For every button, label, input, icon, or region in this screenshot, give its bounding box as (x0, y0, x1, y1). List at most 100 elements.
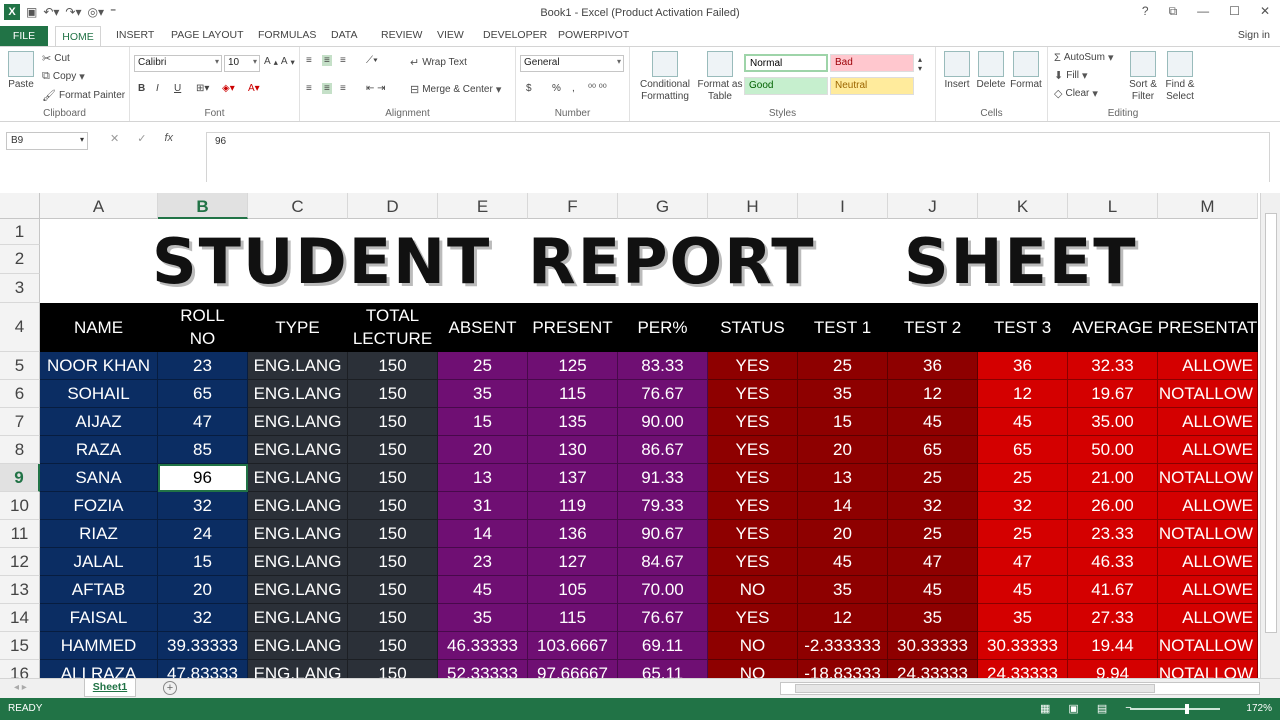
table-cell[interactable]: SOHAIL (40, 380, 158, 408)
zoom-level[interactable]: 172% (1246, 703, 1272, 714)
row-header-2[interactable]: 2 (0, 245, 40, 274)
header-cell[interactable]: STATUS (708, 303, 798, 352)
sheet-tab-sheet1[interactable]: Sheet1 (84, 679, 136, 697)
font-size-select[interactable]: 10 (224, 55, 260, 72)
table-cell[interactable]: ENG.LANG (248, 576, 348, 604)
table-cell[interactable]: 91.33 (618, 464, 708, 492)
header-cell[interactable]: TYPE (248, 303, 348, 352)
table-cell[interactable]: 25 (978, 464, 1068, 492)
tab-view[interactable]: VIEW (437, 29, 464, 41)
column-header-e[interactable]: E (438, 193, 528, 219)
conditional-formatting-button[interactable]: Conditional Formatting (634, 51, 696, 103)
zoom-slider[interactable] (1130, 704, 1220, 714)
column-header-d[interactable]: D (348, 193, 438, 219)
table-cell[interactable]: 35 (798, 380, 888, 408)
table-cell[interactable]: 150 (348, 492, 438, 520)
table-cell[interactable]: 45 (978, 408, 1068, 436)
grow-font-icon[interactable]: A ▴ A ▾ (264, 56, 295, 67)
table-cell[interactable]: 65 (888, 436, 978, 464)
table-cell[interactable]: 85 (158, 436, 248, 464)
table-cell[interactable]: 45 (978, 576, 1068, 604)
style-neutral[interactable]: Neutral (830, 77, 914, 95)
row-header-6[interactable]: 6 (0, 380, 40, 408)
page-break-view-icon[interactable]: ▤ (1097, 702, 1107, 715)
table-cell[interactable]: NOTALLOW (1158, 632, 1258, 660)
table-cell[interactable]: 45 (888, 408, 978, 436)
table-cell[interactable]: 19.67 (1068, 380, 1158, 408)
table-cell[interactable]: 90.67 (618, 520, 708, 548)
table-cell[interactable]: YES (708, 548, 798, 576)
header-cell[interactable]: PRESENT (528, 303, 618, 352)
cut-button[interactable]: ✂ Cut (42, 52, 70, 65)
table-cell[interactable]: 13 (798, 464, 888, 492)
tab-insert[interactable]: INSERT (116, 29, 154, 41)
table-cell[interactable]: RAZA (40, 436, 158, 464)
header-cell[interactable]: TEST 3 (978, 303, 1068, 352)
underline-button[interactable]: U (174, 83, 181, 94)
table-cell[interactable]: 150 (348, 548, 438, 576)
table-cell[interactable]: 15 (438, 408, 528, 436)
table-cell[interactable]: 30.33333 (888, 632, 978, 660)
table-cell[interactable]: 35 (978, 604, 1068, 632)
table-cell[interactable]: 20 (798, 520, 888, 548)
table-cell[interactable]: -2.333333 (798, 632, 888, 660)
table-cell[interactable]: 19.44 (1068, 632, 1158, 660)
percent-button[interactable]: % (552, 83, 561, 94)
table-cell[interactable]: 45 (798, 548, 888, 576)
table-cell[interactable]: -18.83333 (798, 660, 888, 678)
format-painter-button[interactable]: 🖌 Format Painter (42, 89, 125, 102)
table-cell[interactable]: 23.33 (1068, 520, 1158, 548)
table-cell[interactable]: 25 (798, 352, 888, 380)
table-cell[interactable]: ENG.LANG (248, 408, 348, 436)
table-cell[interactable]: 20 (798, 436, 888, 464)
column-header-l[interactable]: L (1068, 193, 1158, 219)
table-cell[interactable]: 13 (438, 464, 528, 492)
style-bad[interactable]: Bad (830, 54, 914, 72)
table-cell[interactable]: 150 (348, 632, 438, 660)
header-cell[interactable]: ROLL NO (158, 303, 248, 352)
format-table-button[interactable]: Format as Table (696, 51, 744, 103)
table-cell[interactable]: 150 (348, 604, 438, 632)
cancel-entry-icon[interactable]: ✕ (110, 132, 119, 145)
table-cell[interactable]: 35 (438, 380, 528, 408)
table-cell[interactable]: 14 (798, 492, 888, 520)
sign-in-link[interactable]: Sign in (1238, 29, 1270, 41)
table-cell[interactable]: ALLOWE (1158, 436, 1258, 464)
table-cell[interactable]: ENG.LANG (248, 548, 348, 576)
table-cell[interactable]: 47.83333 (158, 660, 248, 678)
worksheet-grid[interactable]: ABCDEFGHIJKLM 1 2 3 4 5 6 7 8 9 10 11 12 13 14 15 16 ST… (0, 193, 1260, 678)
table-cell[interactable]: 137 (528, 464, 618, 492)
table-cell[interactable]: 70.00 (618, 576, 708, 604)
table-cell[interactable]: YES (708, 464, 798, 492)
borders-icon[interactable]: ⊞▾ (196, 83, 209, 94)
find-select-button[interactable]: Find & Select (1162, 51, 1198, 103)
table-cell[interactable]: ALLOWE (1158, 352, 1258, 380)
table-cell[interactable]: ENG.LANG (248, 520, 348, 548)
table-cell[interactable]: ENG.LANG (248, 464, 348, 492)
table-cell[interactable]: ALLOWE (1158, 492, 1258, 520)
confirm-entry-icon[interactable]: ✓ (137, 132, 146, 145)
format-cells-button[interactable]: Format (1008, 51, 1044, 91)
table-cell[interactable]: 69.11 (618, 632, 708, 660)
table-cell[interactable]: 14 (438, 520, 528, 548)
vertical-scroll-thumb[interactable] (1265, 213, 1277, 633)
table-cell[interactable]: 84.67 (618, 548, 708, 576)
row-header-9[interactable]: 9 (0, 464, 40, 492)
bottom-align-icon[interactable]: ≡ (340, 55, 346, 66)
header-cell[interactable]: TOTAL LECTURE (348, 303, 438, 352)
table-cell[interactable]: 135 (528, 408, 618, 436)
paste-button[interactable]: Paste (6, 51, 36, 91)
table-cell[interactable]: NOOR KHAN (40, 352, 158, 380)
row-header-7[interactable]: 7 (0, 408, 40, 436)
table-cell[interactable]: 31 (438, 492, 528, 520)
insert-cells-button[interactable]: Insert (940, 51, 974, 91)
table-cell[interactable]: 32 (978, 492, 1068, 520)
left-align-icon[interactable]: ≡ (306, 83, 312, 94)
table-cell[interactable]: 35 (888, 604, 978, 632)
table-cell[interactable]: 20 (438, 436, 528, 464)
table-cell[interactable]: YES (708, 520, 798, 548)
table-cell[interactable]: 65 (158, 380, 248, 408)
header-cell[interactable]: NAME (40, 303, 158, 352)
table-cell[interactable]: HAMMED (40, 632, 158, 660)
table-cell[interactable]: 12 (888, 380, 978, 408)
